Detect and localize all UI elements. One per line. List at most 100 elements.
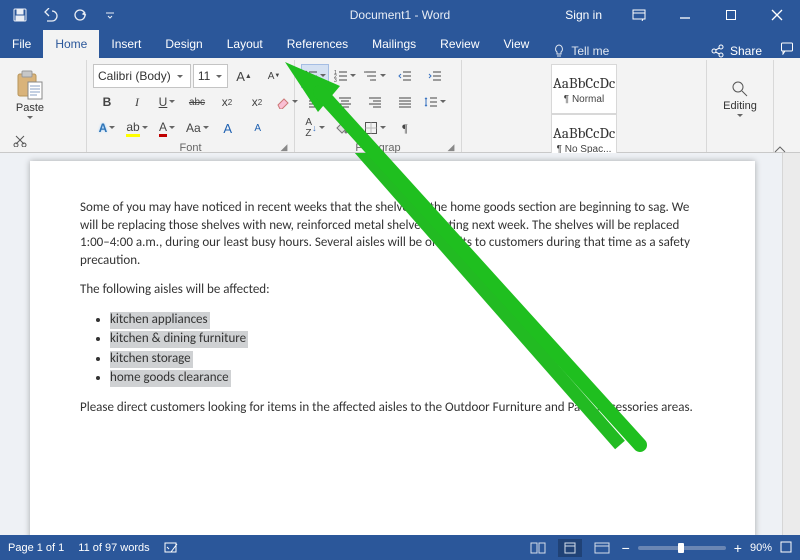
multilevel-list-button[interactable]: [361, 64, 389, 88]
paragraph: Please direct customers looking for item…: [80, 399, 705, 417]
fullscreen-icon[interactable]: [780, 541, 792, 556]
close-button[interactable]: [754, 0, 800, 30]
zoom-level[interactable]: 90%: [750, 542, 772, 554]
italic-button[interactable]: I: [123, 90, 151, 114]
subscript-button[interactable]: x2: [213, 90, 241, 114]
lightbulb-icon: [553, 44, 565, 58]
strikethrough-button[interactable]: abc: [183, 90, 211, 114]
chevron-down-icon: [27, 116, 33, 122]
tab-insert[interactable]: Insert: [99, 30, 153, 58]
align-center-button[interactable]: [331, 90, 359, 114]
list-item: kitchen & dining furniture: [110, 330, 705, 348]
quick-access-toolbar: [0, 0, 124, 30]
bulleted-list: kitchen appliances kitchen & dining furn…: [110, 311, 705, 387]
sign-in-link[interactable]: Sign in: [551, 0, 616, 30]
tab-mailings[interactable]: Mailings: [360, 30, 428, 58]
font-name-value: Calibri (Body): [98, 69, 171, 83]
page[interactable]: Some of you may have noticed in recent w…: [30, 161, 755, 535]
cut-button[interactable]: [10, 130, 30, 150]
bold-button[interactable]: B: [93, 90, 121, 114]
tab-view[interactable]: View: [492, 30, 542, 58]
tab-review[interactable]: Review: [428, 30, 491, 58]
show-marks-button[interactable]: ¶: [391, 116, 419, 140]
grow-font-a-button[interactable]: A: [214, 116, 242, 140]
shrink-font-button[interactable]: A▼: [260, 64, 288, 88]
list-item: kitchen appliances: [110, 311, 705, 329]
svg-text:3: 3: [334, 78, 337, 82]
selected-text[interactable]: kitchen appliances: [110, 312, 210, 329]
group-styles: AaBbCcDc¶ Normal AaBbCcDc¶ No Spac... Aa…: [462, 60, 707, 152]
font-size-value: 11: [198, 69, 210, 83]
align-right-button[interactable]: [361, 90, 389, 114]
borders-button[interactable]: [361, 116, 389, 140]
page-indicator[interactable]: Page 1 of 1: [8, 542, 64, 554]
shrink-font-a-button[interactable]: A: [244, 116, 272, 140]
underline-button[interactable]: U: [153, 90, 181, 114]
word-count[interactable]: 11 of 97 words: [78, 542, 149, 554]
tab-layout[interactable]: Layout: [215, 30, 275, 58]
group-editing: Editing: [707, 60, 774, 152]
align-left-button[interactable]: [301, 90, 329, 114]
group-paragraph: 123 AZ↓ ¶ Paragrap◢: [295, 60, 462, 152]
tab-file[interactable]: File: [0, 30, 43, 58]
share-label: Share: [730, 44, 762, 58]
selected-text[interactable]: kitchen & dining furniture: [110, 331, 248, 348]
line-spacing-icon: [424, 96, 438, 108]
sort-button[interactable]: AZ↓: [301, 116, 329, 140]
read-mode-button[interactable]: [526, 539, 550, 557]
tab-home[interactable]: Home: [43, 30, 99, 58]
style-normal[interactable]: AaBbCcDc¶ Normal: [551, 64, 617, 114]
highlight-button[interactable]: ab: [123, 116, 151, 140]
shading-button[interactable]: [331, 116, 359, 140]
selected-text[interactable]: kitchen storage: [110, 351, 193, 368]
web-layout-button[interactable]: [590, 539, 614, 557]
ribbon-tabs: File Home Insert Design Layout Reference…: [0, 30, 800, 58]
comments-icon[interactable]: [774, 41, 800, 58]
paragraph: Some of you may have noticed in recent w…: [80, 199, 705, 269]
line-spacing-button[interactable]: [421, 90, 449, 114]
chevron-down-icon: [216, 75, 222, 81]
find-icon[interactable]: [731, 80, 749, 98]
zoom-slider[interactable]: [638, 546, 726, 550]
outdent-icon: [398, 70, 412, 82]
selected-text[interactable]: home goods clearance: [110, 370, 231, 387]
change-case-button[interactable]: Aa: [183, 116, 212, 140]
grow-font-button[interactable]: A▲: [230, 64, 258, 88]
decrease-indent-button[interactable]: [391, 64, 419, 88]
bullets-button[interactable]: [301, 64, 329, 88]
print-layout-button[interactable]: [558, 539, 582, 557]
vertical-scrollbar[interactable]: [782, 153, 800, 535]
tell-me-search[interactable]: Tell me: [541, 44, 621, 58]
superscript-button[interactable]: x2: [243, 90, 271, 114]
minimize-button[interactable]: [662, 0, 708, 30]
share-icon: [710, 44, 724, 58]
qat-customize-icon[interactable]: [96, 1, 124, 29]
ribbon-display-options-icon[interactable]: [616, 0, 662, 30]
zoom-out-button[interactable]: −: [622, 540, 630, 556]
increase-indent-button[interactable]: [421, 64, 449, 88]
ribbon: Paste Clipboard◢ Calibri (Body) 11 A▲ A▼…: [0, 58, 800, 153]
zoom-in-button[interactable]: +: [734, 540, 742, 556]
tab-design[interactable]: Design: [153, 30, 214, 58]
dialog-launcher-icon[interactable]: ◢: [278, 141, 290, 153]
proofing-icon[interactable]: [164, 540, 180, 557]
maximize-button[interactable]: [708, 0, 754, 30]
numbering-button[interactable]: 123: [331, 64, 359, 88]
save-icon[interactable]: [6, 1, 34, 29]
share-button[interactable]: Share: [698, 44, 774, 58]
justify-button[interactable]: [391, 90, 419, 114]
font-name-combo[interactable]: Calibri (Body): [93, 64, 191, 88]
dialog-launcher-icon[interactable]: ◢: [445, 141, 457, 153]
paste-button[interactable]: Paste: [10, 64, 50, 128]
redo-icon[interactable]: [66, 1, 94, 29]
font-size-combo[interactable]: 11: [193, 64, 228, 88]
editing-label[interactable]: Editing: [723, 100, 757, 112]
paint-bucket-icon: [334, 121, 348, 135]
text-effects-button[interactable]: A: [93, 116, 121, 140]
tab-references[interactable]: References: [275, 30, 360, 58]
font-color-button[interactable]: A: [153, 116, 181, 140]
paragraph: The following aisles will be affected:: [80, 281, 705, 299]
title-bar: Document1 - Word Sign in: [0, 0, 800, 30]
zoom-slider-thumb[interactable]: [678, 543, 684, 553]
undo-icon[interactable]: [36, 1, 64, 29]
